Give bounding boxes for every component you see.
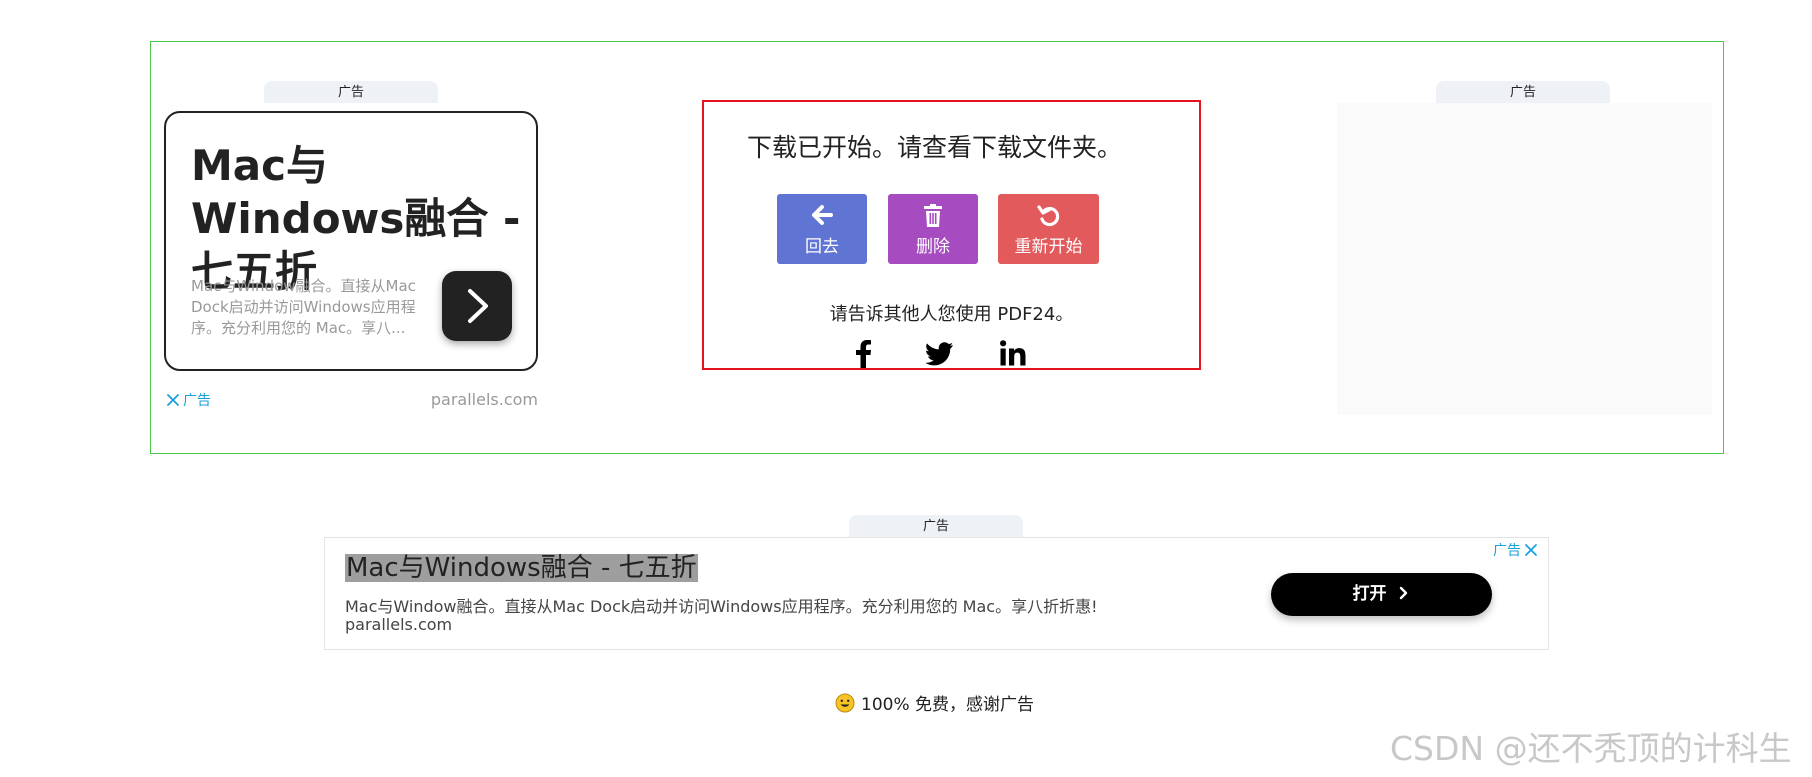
- left-ad-go-button[interactable]: [442, 271, 512, 341]
- close-icon[interactable]: [1524, 543, 1538, 557]
- banner-ad-choices[interactable]: 广告: [1493, 540, 1538, 560]
- share-prompt: 请告诉其他人您使用 PDF24。: [829, 304, 1074, 325]
- download-status-box: 下载已开始。请查看下载文件夹。 回去 删除 重新开始 请告诉其他人您使用 PDF…: [702, 100, 1201, 370]
- left-ad-choices[interactable]: 广告: [166, 390, 211, 410]
- chevron-right-icon: [468, 289, 488, 323]
- arrow-left-icon: [812, 205, 833, 225]
- back-button[interactable]: 回去: [777, 194, 867, 264]
- banner-ad-domain[interactable]: parallels.com: [345, 615, 452, 634]
- smile-emoji-icon: [835, 693, 855, 712]
- left-ad-description[interactable]: Mac与Window融合。直接从Mac Dock启动并访问Windows应用程序…: [191, 276, 431, 339]
- free-thanks-note: 100% 免费，感谢广告: [835, 690, 1034, 715]
- right-ad-placeholder[interactable]: [1337, 103, 1712, 415]
- left-ad-domain[interactable]: parallels.com: [410, 390, 538, 409]
- banner-ad-description[interactable]: Mac与Window融合。直接从Mac Dock启动并访问Windows应用程序…: [345, 593, 1098, 617]
- right-ad-tab: 广告: [1436, 81, 1610, 103]
- page: 广告 Mac与Windows融合 - 七五折 Mac与Window融合。直接从M…: [0, 0, 1812, 777]
- linkedin-icon[interactable]: [1000, 340, 1026, 366]
- download-started-message: 下载已开始。请查看下载文件夹。: [747, 133, 1123, 162]
- chevron-right-icon: [1400, 586, 1408, 600]
- close-icon[interactable]: [166, 393, 180, 407]
- twitter-icon[interactable]: [926, 342, 954, 366]
- banner-open-button[interactable]: 打开: [1271, 573, 1492, 616]
- banner-ad-title[interactable]: Mac与Windows融合 - 七五折: [345, 554, 698, 582]
- restart-button[interactable]: 重新开始: [998, 194, 1099, 264]
- back-button-label: 回去: [805, 237, 839, 257]
- trash-icon: [924, 204, 942, 227]
- left-ad-card[interactable]: Mac与Windows融合 - 七五折 Mac与Window融合。直接从Mac …: [164, 111, 538, 371]
- banner-ad-label[interactable]: 广告: [1493, 540, 1521, 560]
- csdn-watermark: CSDN @还不秃顶的计科生: [1390, 729, 1792, 768]
- free-thanks-text: 100% 免费，感谢广告: [861, 695, 1035, 715]
- left-ad-tab: 广告: [264, 81, 438, 103]
- share-icons: [854, 338, 1034, 370]
- facebook-icon[interactable]: [854, 338, 872, 368]
- delete-button[interactable]: 删除: [888, 194, 978, 264]
- banner-ad[interactable]: Mac与Windows融合 - 七五折 Mac与Window融合。直接从Mac …: [324, 537, 1549, 650]
- restart-button-label: 重新开始: [1014, 237, 1083, 257]
- banner-open-label: 打开: [1352, 584, 1387, 604]
- rotate-left-icon: [1036, 205, 1059, 227]
- left-ad-label[interactable]: 广告: [183, 390, 211, 410]
- banner-ad-tab: 广告: [849, 515, 1023, 537]
- delete-button-label: 删除: [916, 237, 950, 257]
